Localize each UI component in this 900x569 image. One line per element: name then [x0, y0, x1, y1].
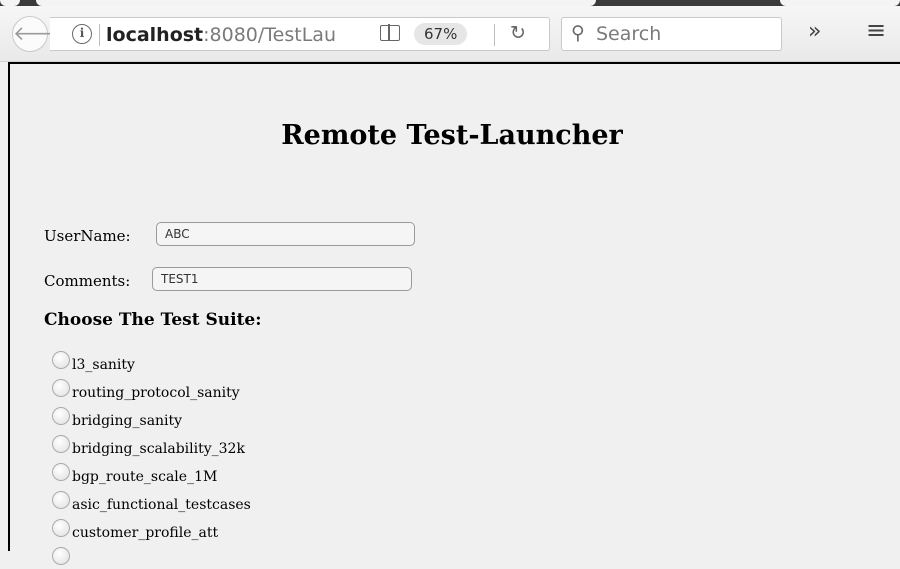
radio-button[interactable] [52, 547, 70, 565]
suite-heading: Choose The Test Suite: [44, 310, 262, 330]
page-content: Remote Test-Launcher UserName: ABC Comme… [8, 62, 900, 565]
search-placeholder: Search [596, 23, 662, 45]
search-icon: ⚲ [571, 22, 585, 44]
url-separator [99, 24, 100, 46]
url-separator [494, 24, 495, 46]
browser-toolbar: 🡐 i localhost:8080/TestLau 67% ↻ ⚲ Searc… [0, 6, 900, 62]
radio-button[interactable] [52, 463, 70, 481]
username-label: UserName: [44, 227, 131, 245]
reload-icon[interactable]: ↻ [510, 22, 526, 44]
back-arrow-icon[interactable]: 🡐 [12, 16, 67, 52]
suite-label: routing_protocol_sanity [72, 385, 240, 401]
url-bar[interactable]: i localhost:8080/TestLau 67% ↻ [50, 17, 550, 51]
username-field[interactable]: ABC [156, 222, 415, 246]
overflow-chevron-icon[interactable]: » [808, 19, 821, 44]
radio-button[interactable] [52, 519, 70, 537]
suite-label: l3_sanity [72, 357, 135, 373]
comments-label: Comments: [44, 272, 131, 290]
radio-button[interactable] [52, 407, 70, 425]
hamburger-menu-icon[interactable]: ≡ [866, 16, 886, 44]
info-icon[interactable]: i [72, 24, 92, 44]
radio-button[interactable] [52, 435, 70, 453]
suite-label: customer_profile_att [72, 525, 219, 541]
suite-label: asic_functional_testcases [72, 497, 251, 513]
radio-button[interactable] [52, 351, 70, 369]
comments-field[interactable]: TEST1 [152, 267, 412, 291]
zoom-level-badge[interactable]: 67% [414, 23, 468, 45]
suite-label: bridging_scalability_32k [72, 441, 245, 457]
radio-button[interactable] [52, 379, 70, 397]
url-text[interactable]: localhost:8080/TestLau [106, 24, 376, 46]
reader-view-icon[interactable] [380, 24, 400, 41]
suite-label: bgp_route_scale_1M [72, 469, 218, 485]
radio-button[interactable] [52, 491, 70, 509]
suite-label: bridging_sanity [72, 413, 183, 429]
page-title: Remote Test-Launcher [281, 120, 623, 151]
search-box[interactable]: ⚲ Search [561, 17, 782, 51]
